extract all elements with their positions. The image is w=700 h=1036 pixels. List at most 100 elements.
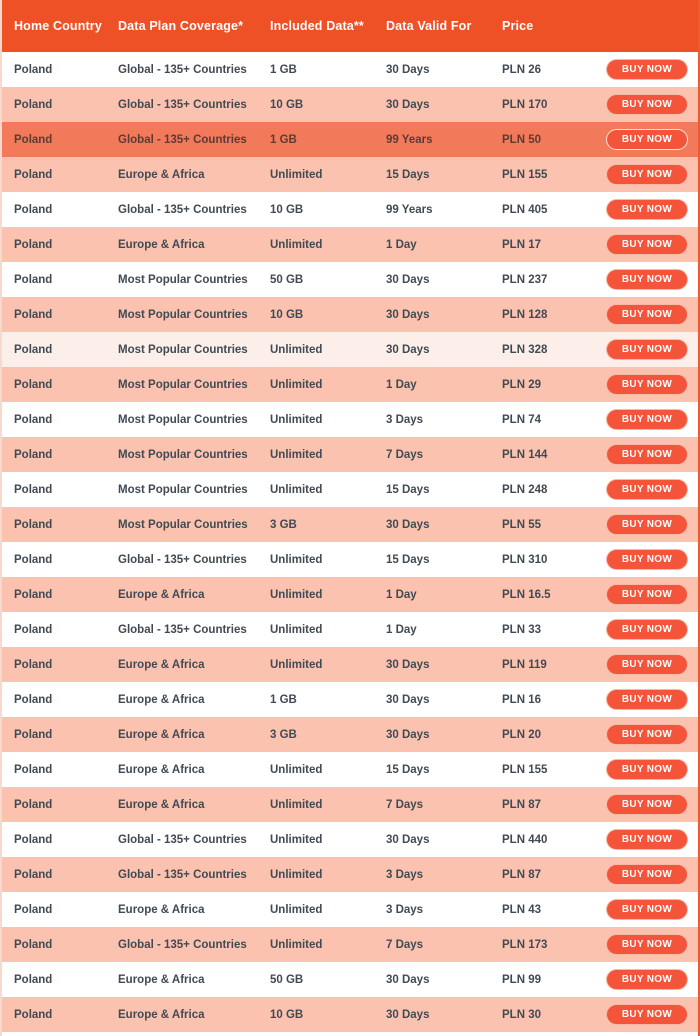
column-header-price: Price (502, 19, 534, 33)
plan-coverage: Europe & Africa (118, 763, 205, 776)
buy-now-button[interactable]: BUY NOW (606, 759, 688, 780)
buy-now-button[interactable]: BUY NOW (606, 969, 688, 990)
plan-validity: 3 Days (386, 413, 424, 426)
buy-now-button[interactable]: BUY NOW (606, 829, 688, 850)
plan-price: PLN 29 (502, 378, 541, 391)
plan-validity: 30 Days (386, 658, 430, 671)
plan-coverage: Most Popular Countries (118, 518, 248, 531)
plan-home-country: Poland (14, 973, 53, 986)
plan-action-cell: BUY NOW (602, 479, 698, 500)
plan-action-cell: BUY NOW (602, 409, 698, 430)
plan-home-country: Poland (14, 553, 53, 566)
buy-now-button[interactable]: BUY NOW (606, 59, 688, 80)
buy-now-button[interactable]: BUY NOW (606, 304, 688, 325)
buy-now-button[interactable]: BUY NOW (606, 199, 688, 220)
plan-validity: 30 Days (386, 973, 430, 986)
plan-price: PLN 248 (502, 483, 548, 496)
data-plan-pricing-table: Home Country Data Plan Coverage* Include… (0, 0, 700, 1036)
plan-action-cell: BUY NOW (602, 654, 698, 675)
plan-home-country: Poland (14, 238, 53, 251)
plan-action-cell: BUY NOW (602, 269, 698, 290)
plan-home-country: Poland (14, 98, 53, 111)
table-row: Poland Europe & Africa Unlimited 15 Days PLN… (2, 752, 698, 787)
buy-now-button[interactable]: BUY NOW (606, 619, 688, 640)
plan-action-cell: BUY NOW (602, 339, 698, 360)
plan-included-data: 50 GB (270, 973, 304, 986)
plan-included-data: 10 GB (270, 308, 304, 321)
buy-now-button[interactable]: BUY NOW (606, 549, 688, 570)
buy-now-button[interactable]: BUY NOW (606, 129, 688, 150)
plan-home-country: Poland (14, 448, 53, 461)
buy-now-button[interactable]: BUY NOW (606, 269, 688, 290)
plan-coverage: Europe & Africa (118, 168, 205, 181)
buy-now-button[interactable]: BUY NOW (606, 934, 688, 955)
buy-now-button[interactable]: BUY NOW (606, 724, 688, 745)
buy-now-button[interactable]: BUY NOW (606, 689, 688, 710)
table-header-row: Home Country Data Plan Coverage* Include… (2, 0, 698, 52)
plan-coverage: Most Popular Countries (118, 413, 248, 426)
buy-now-button[interactable]: BUY NOW (606, 1004, 688, 1025)
plan-price: PLN 43 (502, 903, 541, 916)
plan-price: PLN 128 (502, 308, 548, 321)
plan-included-data: 3 GB (270, 518, 297, 531)
plan-price: PLN 17 (502, 238, 541, 251)
plan-action-cell: BUY NOW (602, 584, 698, 605)
table-row: Poland Most Popular Countries 50 GB 30 Days… (2, 262, 698, 297)
table-row: Poland Most Popular Countries 3 GB 30 Days P… (2, 507, 698, 542)
buy-now-button[interactable]: BUY NOW (606, 234, 688, 255)
plan-action-cell: BUY NOW (602, 234, 698, 255)
plan-included-data: Unlimited (270, 413, 323, 426)
buy-now-button[interactable]: BUY NOW (606, 899, 688, 920)
buy-now-button[interactable]: BUY NOW (606, 444, 688, 465)
table-body: Poland Global - 135+ Countries 1 GB 30 Days… (2, 52, 698, 1032)
plan-validity: 30 Days (386, 728, 430, 741)
plan-price: PLN 50 (502, 133, 541, 146)
buy-now-button[interactable]: BUY NOW (606, 864, 688, 885)
plan-action-cell: BUY NOW (602, 794, 698, 815)
plan-price: PLN 30 (502, 1008, 541, 1021)
plan-price: PLN 87 (502, 868, 541, 881)
plan-validity: 1 Day (386, 588, 417, 601)
buy-now-button[interactable]: BUY NOW (606, 374, 688, 395)
plan-coverage: Most Popular Countries (118, 378, 248, 391)
table-row: Poland Europe & Africa Unlimited 1 Day PLN 1… (2, 577, 698, 612)
table-row: Poland Europe & Africa Unlimited 30 Days PLN… (2, 647, 698, 682)
plan-action-cell: BUY NOW (602, 304, 698, 325)
plan-home-country: Poland (14, 868, 53, 881)
plan-action-cell: BUY NOW (602, 689, 698, 710)
plan-price: PLN 310 (502, 553, 548, 566)
buy-now-button[interactable]: BUY NOW (606, 339, 688, 360)
plan-price: PLN 440 (502, 833, 548, 846)
plan-price: PLN 155 (502, 168, 548, 181)
plan-home-country: Poland (14, 413, 53, 426)
plan-action-cell: BUY NOW (602, 164, 698, 185)
buy-now-button[interactable]: BUY NOW (606, 164, 688, 185)
buy-now-button[interactable]: BUY NOW (606, 514, 688, 535)
plan-included-data: 1 GB (270, 63, 297, 76)
plan-validity: 1 Day (386, 238, 417, 251)
plan-coverage: Europe & Africa (118, 588, 205, 601)
plan-coverage: Global - 135+ Countries (118, 623, 247, 636)
plan-validity: 15 Days (386, 168, 430, 181)
plan-coverage: Most Popular Countries (118, 273, 248, 286)
buy-now-button[interactable]: BUY NOW (606, 794, 688, 815)
plan-coverage: Most Popular Countries (118, 448, 248, 461)
plan-home-country: Poland (14, 63, 53, 76)
plan-coverage: Most Popular Countries (118, 343, 248, 356)
buy-now-button[interactable]: BUY NOW (606, 654, 688, 675)
buy-now-button[interactable]: BUY NOW (606, 409, 688, 430)
plan-home-country: Poland (14, 168, 53, 181)
column-header-included-data: Included Data** (270, 19, 364, 33)
buy-now-button[interactable]: BUY NOW (606, 94, 688, 115)
buy-now-button[interactable]: BUY NOW (606, 584, 688, 605)
plan-coverage: Global - 135+ Countries (118, 938, 247, 951)
plan-coverage: Most Popular Countries (118, 308, 248, 321)
plan-coverage: Global - 135+ Countries (118, 553, 247, 566)
plan-action-cell: BUY NOW (602, 759, 698, 780)
buy-now-button[interactable]: BUY NOW (606, 479, 688, 500)
plan-validity: 30 Days (386, 308, 430, 321)
plan-action-cell: BUY NOW (602, 59, 698, 80)
plan-included-data: Unlimited (270, 833, 323, 846)
table-row: Poland Most Popular Countries Unlimited 15 … (2, 472, 698, 507)
plan-action-cell: BUY NOW (602, 934, 698, 955)
